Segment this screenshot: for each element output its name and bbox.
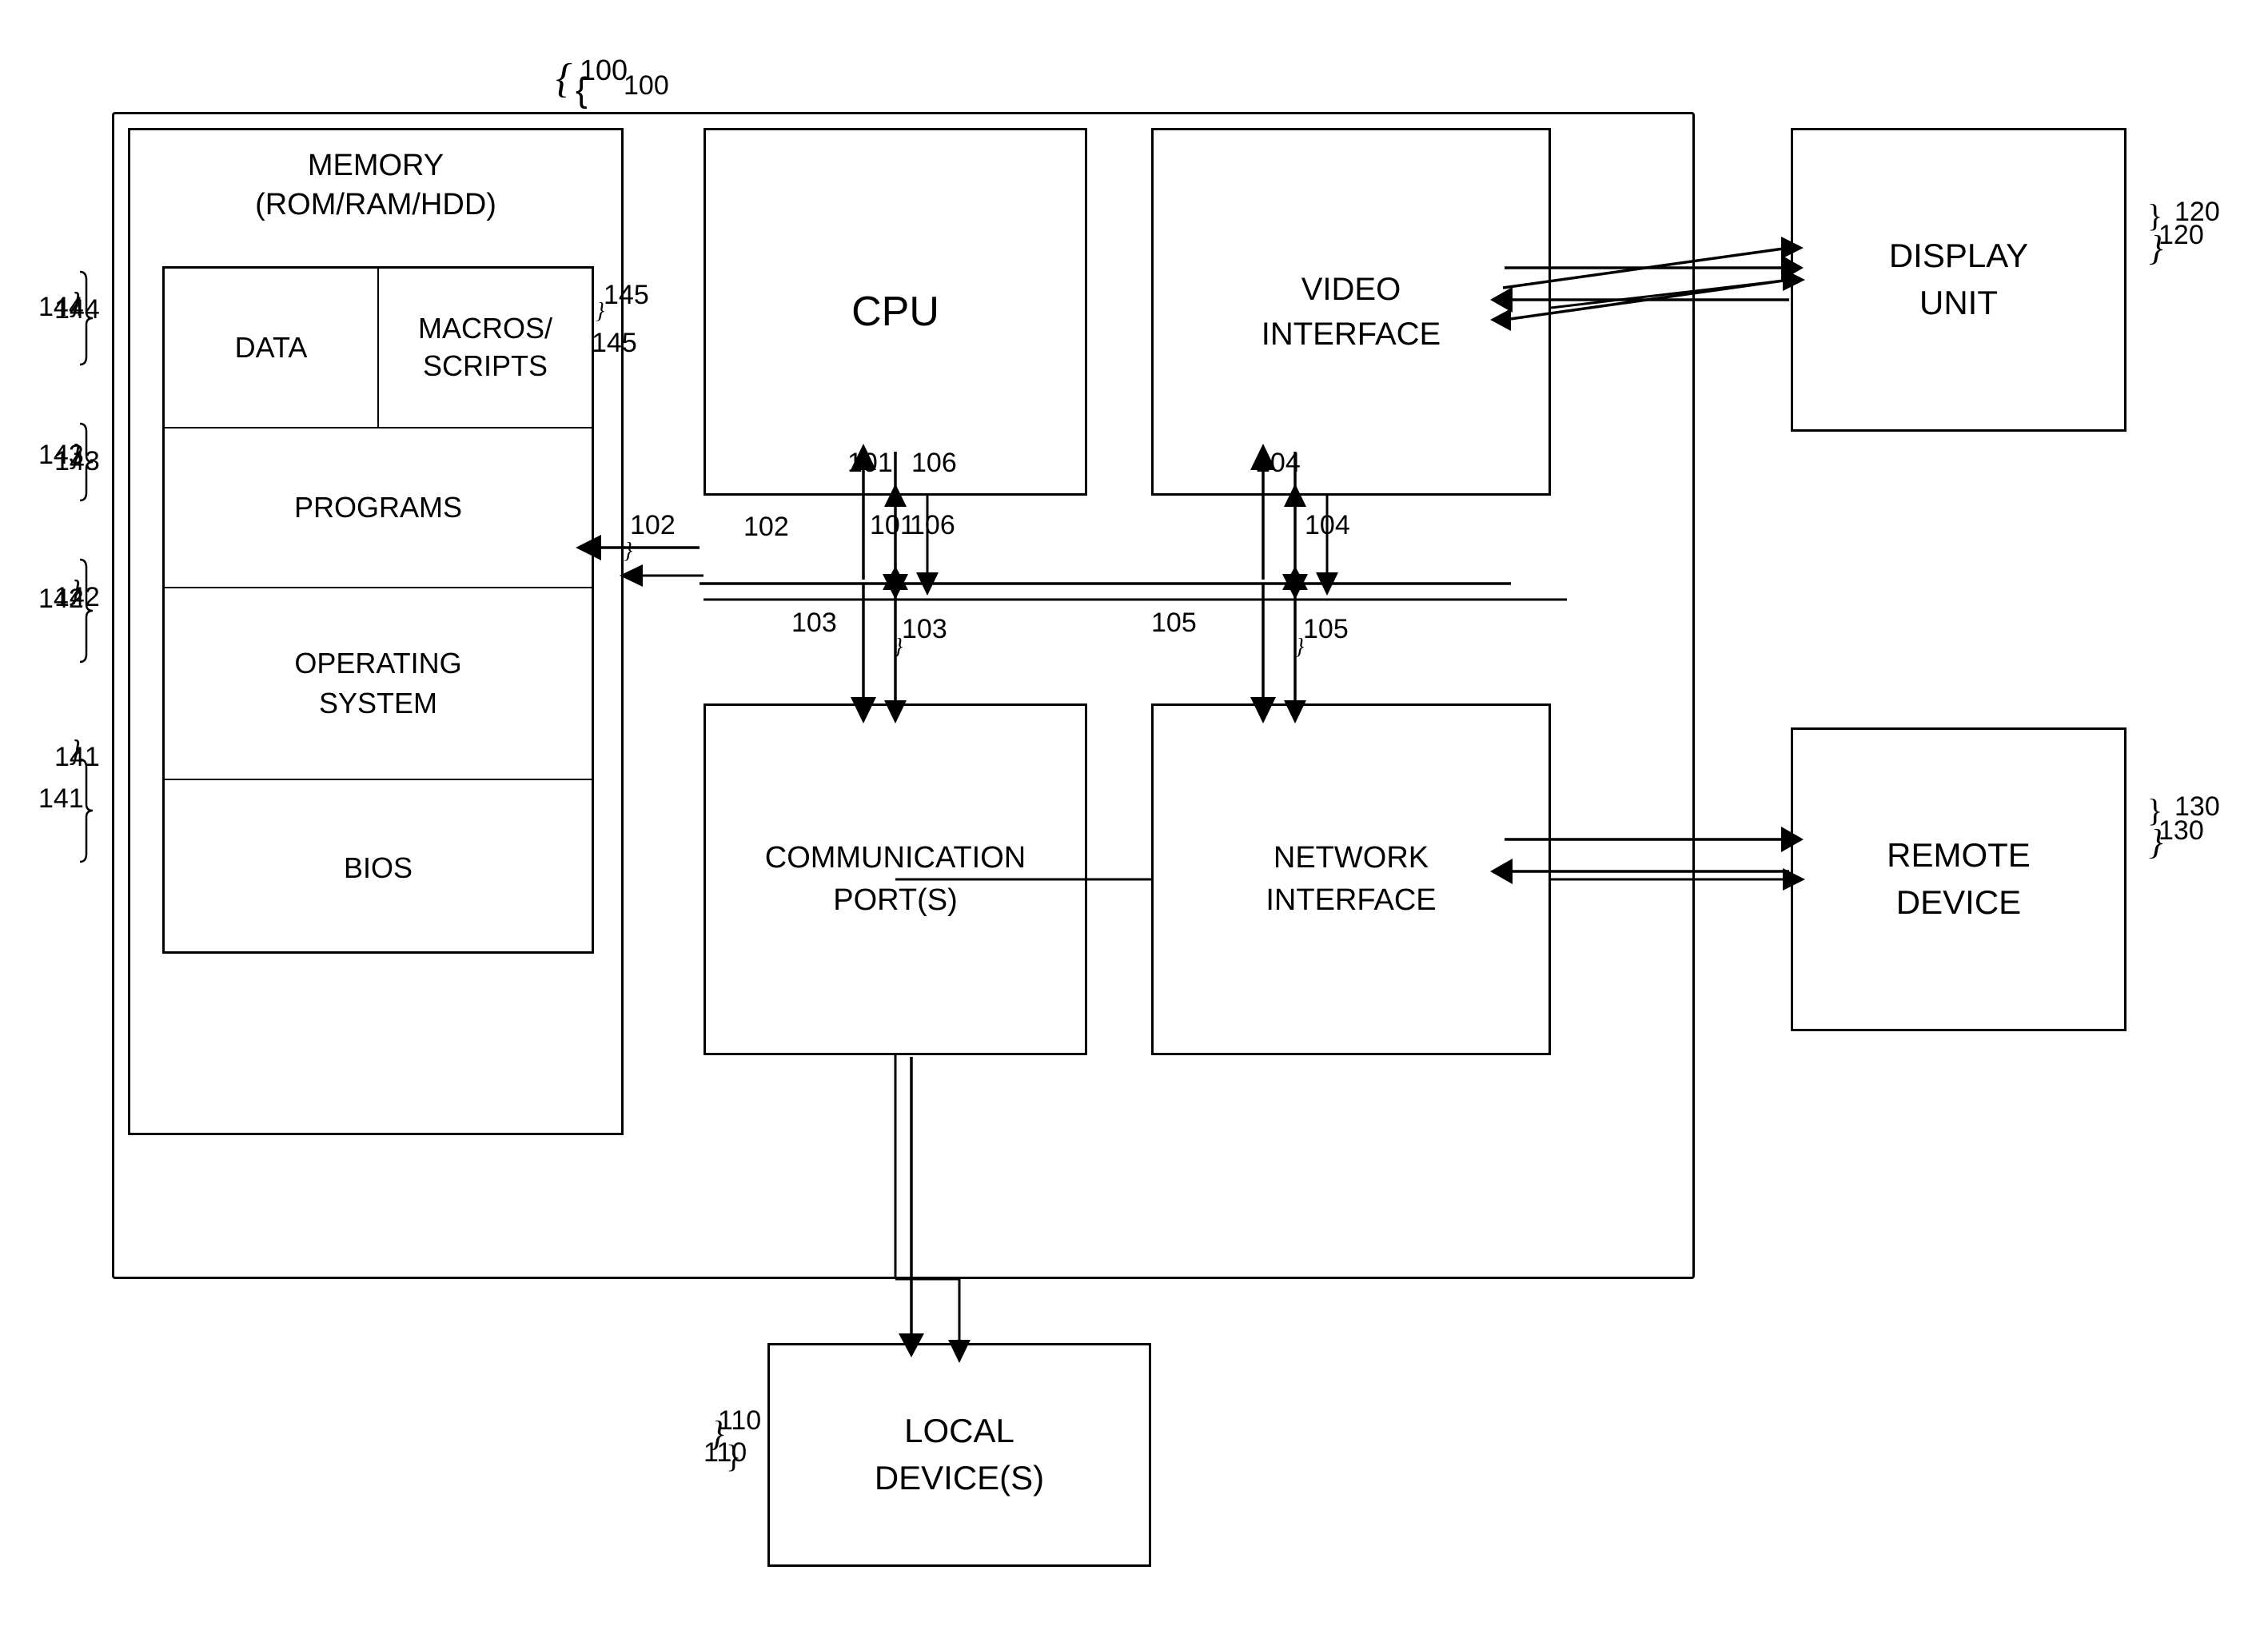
ref-120: 120 <box>2174 197 2220 228</box>
memory-title: MEMORY(ROM/RAM/HDD) <box>130 130 621 233</box>
memory-inner-box: DATA MACROS/SCRIPTS PROGRAMS OPERATINGSY… <box>162 266 594 954</box>
ref-105: 105 <box>1151 608 1197 639</box>
programs-cell: PROGRAMS <box>165 428 592 588</box>
ref-143: 143 <box>54 446 100 477</box>
remote-device-box: REMOTEDEVICE <box>1791 727 2126 1031</box>
comm-port-box: COMMUNICATIONPORT(S) <box>704 703 1087 1055</box>
os-cell: OPERATINGSYSTEM <box>165 588 592 780</box>
diagram-container: { 100 MEMORY(ROM/RAM/HDD) DATA MACROS/SC… <box>48 48 2222 1615</box>
memory-box: MEMORY(ROM/RAM/HDD) DATA MACROS/SCRIPTS … <box>128 128 624 1135</box>
ref-100: 100 <box>624 70 669 102</box>
macros-cell: MACROS/SCRIPTS <box>379 269 592 427</box>
ref-102: 102 <box>743 512 789 543</box>
ref-130: 130 <box>2174 791 2220 823</box>
ref-110: 110 <box>704 1437 747 1469</box>
network-interface-box: NETWORKINTERFACE <box>1151 703 1551 1055</box>
ref-101: 101 <box>847 448 893 479</box>
data-cell: DATA <box>165 269 379 427</box>
ref-144: 144 <box>54 294 100 325</box>
bios-cell: BIOS <box>165 780 592 956</box>
cpu-box: CPU <box>704 128 1087 496</box>
ref-100-curly: { <box>576 70 588 110</box>
ref-120-curly: } <box>2147 197 2162 234</box>
display-unit-box: DISPLAYUNIT <box>1791 128 2126 432</box>
ref-142: 142 <box>54 582 100 613</box>
video-interface-box: VIDEOINTERFACE <box>1151 128 1551 496</box>
ref-103: 103 <box>791 608 837 639</box>
ref-130-curly: } <box>2147 791 2162 829</box>
data-macros-row: DATA MACROS/SCRIPTS <box>165 269 592 428</box>
ref-141: 141 <box>54 742 100 773</box>
ref-104: 104 <box>1255 448 1301 479</box>
local-device-box: LOCALDEVICE(S) <box>767 1343 1151 1567</box>
ref-145: 145 <box>592 328 637 359</box>
ref-106: 106 <box>911 448 957 479</box>
